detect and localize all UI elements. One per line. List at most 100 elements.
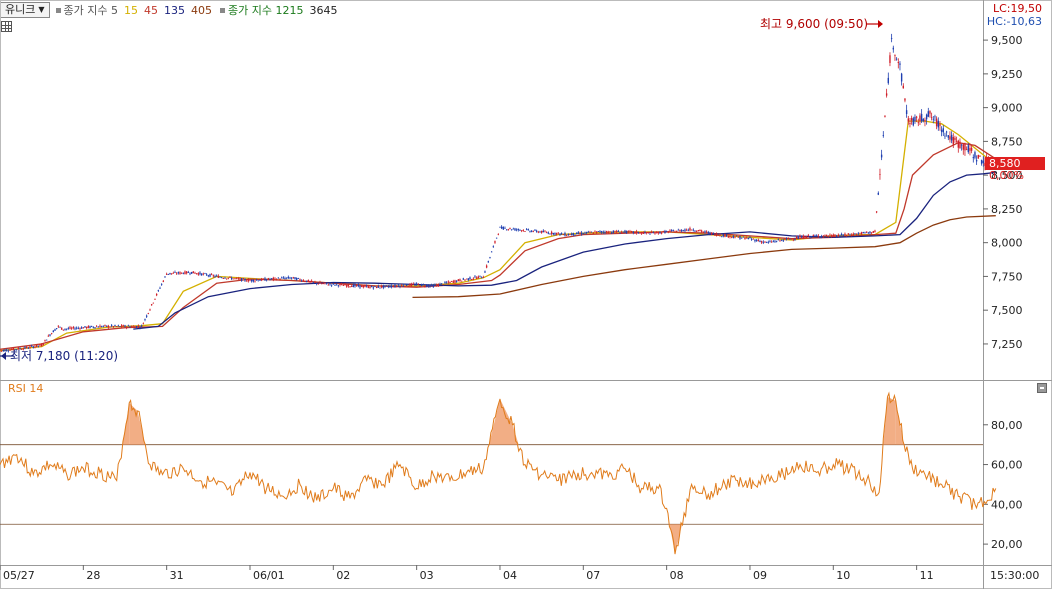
time-tick-label: 07 <box>586 569 600 582</box>
candle-body <box>559 233 561 235</box>
candle-body <box>892 47 894 50</box>
candle-body <box>465 278 468 280</box>
candle-body <box>219 276 221 278</box>
candle-body <box>194 272 196 274</box>
candle-body <box>29 346 31 348</box>
candle-body <box>290 277 293 279</box>
candle-body <box>659 231 661 234</box>
candle-body <box>687 229 690 231</box>
candle-body <box>242 278 245 280</box>
candle-body <box>322 283 325 285</box>
candle-body <box>704 231 706 233</box>
candle-body <box>314 282 316 284</box>
candle-body <box>947 135 949 138</box>
candle-body <box>980 160 983 164</box>
candle-body <box>454 280 456 283</box>
candle-body <box>525 229 528 231</box>
candle-body <box>689 228 691 231</box>
candle-body <box>765 241 768 243</box>
candle-body <box>0 350 1 352</box>
candle-body <box>32 346 35 348</box>
candle-body <box>277 277 280 279</box>
candle-body <box>85 326 88 329</box>
candle-body <box>117 325 120 327</box>
candle-body <box>524 231 526 232</box>
candle-body <box>369 286 371 288</box>
candle-body <box>372 287 375 289</box>
candle-body <box>384 285 386 287</box>
candle-body <box>852 233 854 236</box>
candle-body <box>930 117 933 119</box>
candle-body <box>417 283 420 285</box>
candle-body <box>795 236 798 239</box>
candle-body <box>927 111 929 117</box>
price-chart[interactable]: 7,2507,5007,7508,0008,2508,5008,7509,000… <box>0 0 1052 589</box>
candle-body <box>565 235 568 237</box>
candle-body <box>775 241 778 243</box>
candle-body <box>680 230 683 232</box>
candle-body <box>250 279 253 282</box>
candle-body <box>544 231 546 233</box>
candle-body <box>404 285 406 287</box>
candle-body <box>415 283 418 285</box>
candle-body <box>745 237 748 239</box>
candle-body <box>920 113 923 122</box>
candle-body <box>349 286 351 288</box>
candle-body <box>377 286 380 288</box>
candle-body <box>629 231 631 232</box>
candle-body <box>257 280 260 282</box>
candle-body <box>767 241 770 243</box>
candle-body <box>40 344 43 347</box>
candle-body <box>612 230 615 234</box>
candle-body <box>305 280 308 282</box>
candle-body <box>729 235 731 238</box>
candle-body <box>567 234 570 236</box>
candle-body <box>925 114 928 120</box>
candle-body <box>214 275 216 277</box>
candle-body <box>725 234 728 237</box>
candle-body <box>774 240 776 242</box>
candle-body <box>74 328 76 330</box>
candle-body <box>152 302 155 304</box>
rsi-tick-label: 40,00 <box>991 498 1023 511</box>
candle-body <box>542 230 545 233</box>
candle-body <box>515 229 518 231</box>
candle-body <box>959 141 961 149</box>
candle-body <box>812 234 815 236</box>
candle-body <box>7 350 10 352</box>
time-tick-label: 06/01 <box>253 569 285 582</box>
candle-body <box>855 233 858 235</box>
candle-body <box>275 279 278 281</box>
candlestick-marks <box>0 33 993 353</box>
candle-body <box>902 85 904 89</box>
candle-body <box>110 325 113 327</box>
panel-collapse-button[interactable] <box>1037 383 1047 393</box>
candle-body <box>832 234 834 237</box>
candle-body <box>790 238 793 240</box>
candle-body <box>610 232 613 234</box>
candle-body <box>474 276 476 278</box>
candle-body <box>77 327 80 329</box>
candle-body <box>705 231 708 233</box>
candle-body <box>419 285 421 287</box>
candle-body <box>59 326 61 328</box>
candle-body <box>607 231 610 234</box>
candle-body <box>397 285 400 287</box>
candle-body <box>174 272 176 273</box>
candle-body <box>184 271 186 275</box>
candle-body <box>872 231 874 233</box>
candle-body <box>455 280 458 282</box>
candle-body <box>82 327 85 329</box>
candle-body <box>900 73 903 82</box>
candle-body <box>285 277 288 279</box>
candle-body <box>177 272 180 274</box>
candle-body <box>204 273 206 275</box>
candle-body <box>239 278 241 280</box>
candle-body <box>134 326 136 328</box>
candle-body <box>159 287 161 289</box>
candle-body <box>64 329 66 330</box>
candle-body <box>675 230 678 232</box>
candle-body <box>390 285 393 288</box>
candle-body <box>409 283 411 286</box>
candle-body <box>977 154 979 159</box>
